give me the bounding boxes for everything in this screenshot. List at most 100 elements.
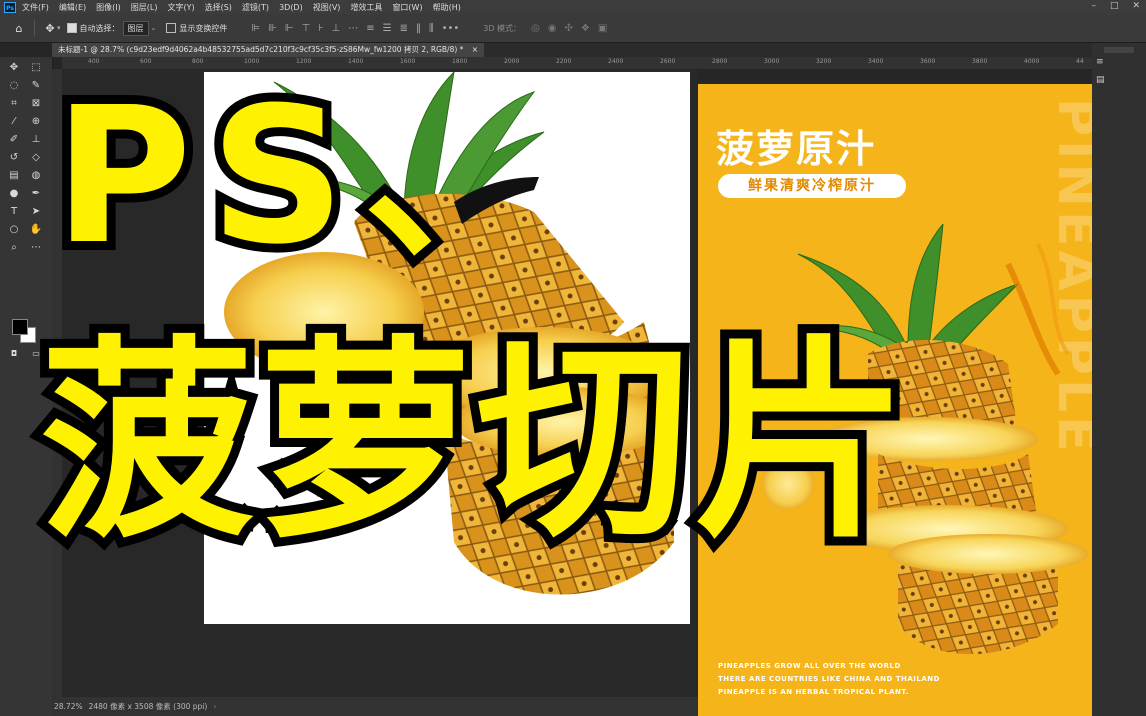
align-top-icon[interactable]: ⊤ xyxy=(302,23,311,34)
ruler-tick-label: 2600 xyxy=(660,58,676,65)
marquee-tool-icon[interactable]: ⬚ xyxy=(28,61,44,75)
mode-3d-label: 3D 模式： xyxy=(483,23,522,33)
panel-icon[interactable]: ▤ xyxy=(1096,75,1105,85)
3d-slide-icon[interactable]: ❖ xyxy=(581,23,590,34)
document-tab[interactable]: 未标题-1 @ 28.7% (c9d23edf9d4062a4b48532755… xyxy=(52,43,485,57)
overlay-title-ps: PS、 xyxy=(45,63,570,291)
move-tool-icon[interactable]: ✥ xyxy=(6,61,22,75)
menu-view[interactable]: 视图(V) xyxy=(313,2,341,13)
zoom-level[interactable]: 28.72% xyxy=(54,702,83,711)
panel-icon[interactable]: ≡ xyxy=(1096,57,1104,67)
overlay-title-main: 菠萝切片 xyxy=(31,309,917,576)
menu-plugins[interactable]: 增效工具 xyxy=(350,2,382,13)
distribute-left-icon[interactable]: ‖ xyxy=(416,23,421,34)
close-tab-icon[interactable]: × xyxy=(472,45,478,54)
align-right-icon[interactable]: ⊩ xyxy=(285,23,294,34)
3d-orbit-icon[interactable]: ◎ xyxy=(531,23,540,34)
dodge-tool-icon[interactable]: ● xyxy=(6,187,22,201)
status-chevron-icon[interactable]: › xyxy=(213,702,216,711)
type-tool-icon[interactable]: T xyxy=(6,205,22,219)
ruler-tick-label: 1600 xyxy=(400,58,416,65)
align-bottom-icon[interactable]: ⊥ xyxy=(331,23,340,34)
align-hcenter-icon[interactable]: ⊪ xyxy=(268,23,277,34)
minimize-icon[interactable]: – xyxy=(1091,1,1096,11)
ruler-tick-label: 2400 xyxy=(608,58,624,65)
ruler-tick-label: 1400 xyxy=(348,58,364,65)
align-left-icon[interactable]: ⊫ xyxy=(251,23,260,34)
frame-tool-icon[interactable]: ⊠ xyxy=(28,97,44,111)
dropdown-chevron-icon[interactable]: ⌄ xyxy=(151,24,157,32)
menu-help[interactable]: 帮助(H) xyxy=(433,2,461,13)
distribute-icon[interactable]: ⋯ xyxy=(348,23,358,34)
ruler-tick-label: 1200 xyxy=(296,58,312,65)
ruler-tick-label: 1000 xyxy=(244,58,260,65)
document-size: 2480 像素 x 3508 像素 (300 ppi) xyxy=(88,702,208,711)
ruler-tick-label: 2800 xyxy=(712,58,728,65)
document-tab-title: 未标题-1 @ 28.7% (c9d23edf9d4062a4b48532755… xyxy=(58,45,464,54)
stamp-tool-icon[interactable]: ⊥ xyxy=(28,133,44,147)
history-brush-icon[interactable]: ↺ xyxy=(6,151,22,165)
quick-mask-icon[interactable]: ◘ xyxy=(6,347,22,361)
menu-edit[interactable]: 编辑(E) xyxy=(59,2,86,13)
menu-layer[interactable]: 图层(L) xyxy=(131,2,158,13)
more-options-icon[interactable]: ••• xyxy=(442,23,460,34)
menu-type[interactable]: 文字(Y) xyxy=(167,2,194,13)
crop-tool-icon[interactable]: ⌗ xyxy=(6,97,22,111)
edit-toolbar-icon[interactable]: ⋯ xyxy=(28,241,44,255)
auto-select-dropdown[interactable]: 图层 xyxy=(122,20,149,36)
status-bar: 28.72% 2480 像素 x 3508 像素 (300 ppi) › xyxy=(52,697,700,716)
3d-roll-icon[interactable]: ◉ xyxy=(548,23,557,34)
3d-pan-icon[interactable]: ✣ xyxy=(565,23,573,34)
zoom-tool-icon[interactable]: ⌕ xyxy=(6,241,22,255)
brush-tool-icon[interactable]: ✐ xyxy=(6,133,22,147)
pen-tool-icon[interactable]: ✒ xyxy=(28,187,44,201)
shape-tool-icon[interactable]: ○ xyxy=(6,223,22,237)
blur-tool-icon[interactable]: ◍ xyxy=(28,169,44,183)
foreground-color-swatch[interactable] xyxy=(12,319,28,335)
healing-tool-icon[interactable]: ⊕ xyxy=(28,115,44,129)
poster-line: THERE ARE COUNTRIES LIKE CHINA AND THAIL… xyxy=(718,675,940,683)
eraser-tool-icon[interactable]: ◇ xyxy=(28,151,44,165)
maximize-icon[interactable]: □ xyxy=(1110,1,1119,11)
ruler-tick-label: 3000 xyxy=(764,58,780,65)
panel-collapse-handle[interactable] xyxy=(1104,47,1134,53)
distribute-right-icon[interactable]: ⫼ xyxy=(429,23,434,34)
distribute-top-icon[interactable]: ≡ xyxy=(366,23,374,34)
poster-subtitle: 鲜果清爽冷榨原汁 xyxy=(718,174,906,198)
ruler-tick-label: 3800 xyxy=(972,58,988,65)
ruler-tick-label: 3400 xyxy=(868,58,884,65)
quick-select-tool-icon[interactable]: ✎ xyxy=(28,79,44,93)
menu-select[interactable]: 选择(S) xyxy=(205,2,232,13)
options-bar: ⌂ ✥ ▾ 自动选择： 图层 ⌄ 显示变换控件 ⊫ ⊪ ⊩ ⊤ ⊦ ⊥ ⋯ ≡ … xyxy=(0,14,1146,43)
right-panel: ≡ ▤ xyxy=(1092,43,1146,716)
menu-file[interactable]: 文件(F) xyxy=(22,2,49,13)
menu-image[interactable]: 图像(I) xyxy=(96,2,121,13)
auto-select-checkbox[interactable] xyxy=(66,23,77,33)
lasso-tool-icon[interactable]: ◌ xyxy=(6,79,22,93)
align-vcenter-icon[interactable]: ⊦ xyxy=(318,23,323,34)
gradient-tool-icon[interactable]: ▤ xyxy=(6,169,22,183)
show-transform-checkbox[interactable] xyxy=(166,23,177,33)
ruler-tick-label: 2200 xyxy=(556,58,572,65)
menu-bar: Ps 文件(F) 编辑(E) 图像(I) 图层(L) 文字(Y) 选择(S) 滤… xyxy=(0,0,1146,14)
ruler-tick-label: 800 xyxy=(192,58,204,65)
menu-filter[interactable]: 滤镜(T) xyxy=(242,2,269,13)
close-window-icon[interactable]: ✕ xyxy=(1132,1,1140,11)
3d-camera-icon[interactable]: ▣ xyxy=(598,23,607,34)
move-tool-icon[interactable]: ✥ xyxy=(43,21,57,35)
hand-tool-icon[interactable]: ✋ xyxy=(28,223,44,237)
chevron-down-icon[interactable]: ▾ xyxy=(57,24,61,32)
eyedropper-tool-icon[interactable]: ⁄ xyxy=(6,115,22,129)
tab-bar: 未标题-1 @ 28.7% (c9d23edf9d4062a4b48532755… xyxy=(52,43,1092,57)
ruler-tick-label: 3200 xyxy=(816,58,832,65)
distribute-bottom-icon[interactable]: ≣ xyxy=(400,23,408,34)
menu-3d[interactable]: 3D(D) xyxy=(279,3,303,12)
ruler-tick-label: 400 xyxy=(88,58,100,65)
path-select-tool-icon[interactable]: ➤ xyxy=(28,205,44,219)
poster-description: PINEAPPLES GROW ALL OVER THE WORLD THERE… xyxy=(718,660,940,699)
menu-window[interactable]: 窗口(W) xyxy=(392,2,422,13)
divider xyxy=(34,20,35,36)
distribute-vcenter-icon[interactable]: ☰ xyxy=(383,23,392,34)
ruler-tick-label: 2000 xyxy=(504,58,520,65)
home-icon[interactable]: ⌂ xyxy=(12,21,26,35)
